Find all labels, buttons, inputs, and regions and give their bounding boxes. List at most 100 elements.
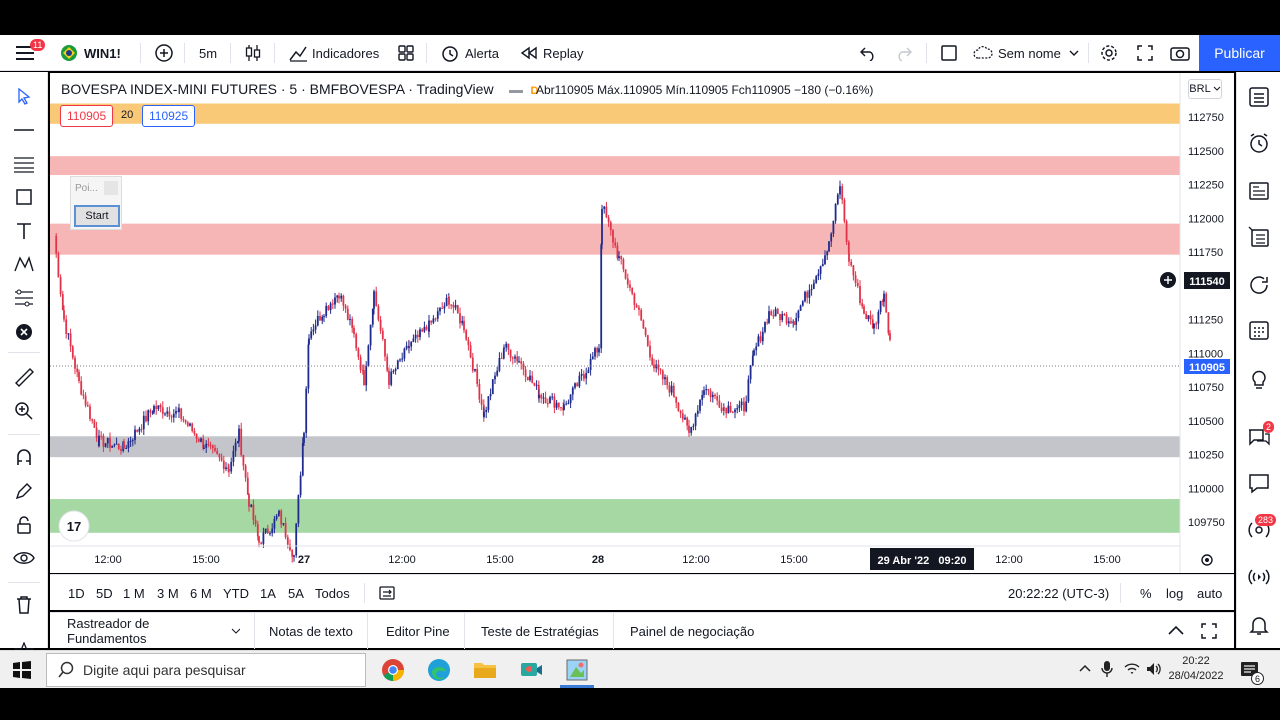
- layout-menu[interactable]: Sem nome: [972, 35, 1081, 71]
- zoom-tool[interactable]: [12, 399, 36, 423]
- cursor-tool[interactable]: [12, 84, 36, 108]
- tab-pine-editor[interactable]: Editor Pine: [372, 613, 465, 649]
- percent-toggle[interactable]: %: [1140, 575, 1152, 611]
- range-1a[interactable]: 1A: [260, 575, 276, 611]
- prediction-tool[interactable]: [12, 286, 36, 310]
- hotlist-button[interactable]: [1246, 272, 1272, 298]
- watchlist-button[interactable]: [1246, 84, 1272, 110]
- axis-settings-gear-icon[interactable]: [1201, 554, 1213, 566]
- undo-button[interactable]: [859, 35, 877, 71]
- candle-body: [228, 468, 230, 472]
- range-3m[interactable]: 3 M: [157, 575, 179, 611]
- shapes-tool[interactable]: [12, 185, 36, 209]
- clock[interactable]: 20:22:22 (UTC-3): [1008, 575, 1109, 611]
- news-button[interactable]: [1246, 178, 1272, 204]
- tab-strategy-tester[interactable]: Teste de Estratégias: [467, 613, 614, 649]
- range-6m[interactable]: 6 M: [190, 575, 212, 611]
- expand-button[interactable]: [1136, 35, 1154, 71]
- range-5d[interactable]: 5D: [96, 575, 113, 611]
- collapse-panel-button[interactable]: [1167, 623, 1185, 642]
- candle-body: [161, 407, 164, 415]
- replay-button[interactable]: Replay: [520, 35, 583, 71]
- chart-canvas[interactable]: 112750 112500 112250 112000 111750 111250 1110…: [50, 73, 1234, 573]
- alert-button[interactable]: Alerta: [440, 35, 499, 71]
- tab-trading-panel[interactable]: Painel de negociação: [616, 613, 768, 649]
- ideas-button[interactable]: [1246, 366, 1272, 392]
- candle-body: [828, 241, 830, 252]
- fib-tool[interactable]: [12, 152, 36, 176]
- candle-body: [399, 359, 401, 361]
- cloud-icon: [973, 45, 993, 59]
- start-button[interactable]: Start: [74, 205, 120, 227]
- crosshair-plus-icon[interactable]: [1160, 272, 1176, 288]
- calendar-button[interactable]: [1246, 317, 1272, 343]
- range-1m[interactable]: 1 M: [123, 575, 145, 611]
- redo-button[interactable]: [895, 35, 913, 71]
- messages-button[interactable]: [1246, 470, 1272, 496]
- widget-close-icon[interactable]: [104, 181, 118, 195]
- templates-button[interactable]: [397, 35, 415, 71]
- volume-button[interactable]: [1145, 661, 1163, 682]
- tab-fundamentals[interactable]: Rastreador de Fundamentos: [53, 613, 255, 649]
- drawing-mode-tool[interactable]: [12, 479, 36, 503]
- range-1d[interactable]: 1D: [68, 575, 85, 611]
- square-icon: [941, 45, 957, 61]
- widget-field[interactable]: Poi...: [75, 183, 98, 194]
- date-range-button[interactable]: [378, 575, 396, 611]
- microphone-button[interactable]: [1100, 660, 1114, 683]
- sell-price-box[interactable]: 110905: [60, 105, 114, 127]
- candle-body: [661, 370, 664, 380]
- snapshot-button[interactable]: [1169, 35, 1191, 71]
- candle-body: [520, 361, 523, 364]
- range-ytd[interactable]: YTD: [223, 575, 249, 611]
- market-status[interactable]: D: [509, 85, 538, 97]
- text-tool[interactable]: [12, 219, 36, 243]
- lock-tool[interactable]: [12, 513, 36, 537]
- pattern-tool[interactable]: [12, 252, 36, 276]
- paint-app[interactable]: [564, 657, 590, 683]
- range-5a[interactable]: 5A: [288, 575, 304, 611]
- currency-selector[interactable]: BRL: [1188, 79, 1222, 99]
- indicators-button[interactable]: Indicadores: [288, 35, 379, 71]
- candle-body: [664, 377, 666, 380]
- trend-line-tool[interactable]: [12, 118, 36, 142]
- data-window-button[interactable]: [1246, 224, 1272, 250]
- tab-text-notes[interactable]: Notas de texto: [255, 613, 368, 649]
- candle-body: [854, 275, 857, 283]
- maximize-panel-button[interactable]: [1200, 622, 1218, 645]
- network-button[interactable]: [1124, 661, 1140, 682]
- symbol-search[interactable]: WIN1!: [60, 35, 121, 71]
- log-toggle[interactable]: log: [1166, 575, 1183, 611]
- magnet-tool[interactable]: [12, 445, 36, 469]
- range-todos[interactable]: Todos: [315, 575, 350, 611]
- edge-app[interactable]: [426, 657, 452, 683]
- candle-body: [505, 343, 508, 348]
- trash-tool[interactable]: [12, 593, 36, 617]
- settings-button[interactable]: [1099, 35, 1119, 71]
- video-app[interactable]: [518, 657, 544, 683]
- chart-type-button[interactable]: [244, 35, 262, 71]
- interval-button[interactable]: 5m: [199, 35, 217, 71]
- chrome-app[interactable]: [380, 657, 406, 683]
- remove-drawings-tool[interactable]: [12, 320, 36, 344]
- tray-overflow-button[interactable]: [1078, 661, 1092, 680]
- hide-tool[interactable]: [12, 546, 36, 570]
- fullscreen-toggle[interactable]: [940, 35, 958, 71]
- tray-clock[interactable]: 20:22 28/04/2022: [1165, 654, 1227, 684]
- alerts-button[interactable]: [1246, 130, 1272, 156]
- compare-button[interactable]: [154, 35, 174, 71]
- candle-body: [772, 314, 775, 317]
- notifications-button[interactable]: [1246, 612, 1272, 638]
- signals-button[interactable]: [1246, 564, 1272, 590]
- candle-body: [291, 550, 294, 557]
- publish-button[interactable]: Publicar: [1199, 35, 1280, 71]
- measure-tool[interactable]: [12, 365, 36, 389]
- buy-price-box[interactable]: 110925: [142, 105, 196, 127]
- taskbar-search[interactable]: Digite aqui para pesquisar: [46, 653, 366, 687]
- candle-body: [430, 320, 433, 323]
- file-explorer-app[interactable]: [472, 657, 498, 683]
- start-menu-button[interactable]: [12, 660, 32, 685]
- auto-toggle[interactable]: auto: [1197, 575, 1222, 611]
- candle-body: [856, 282, 859, 286]
- chart-pane[interactable]: 112750 112500 112250 112000 111750 111250 1110…: [50, 73, 1234, 573]
